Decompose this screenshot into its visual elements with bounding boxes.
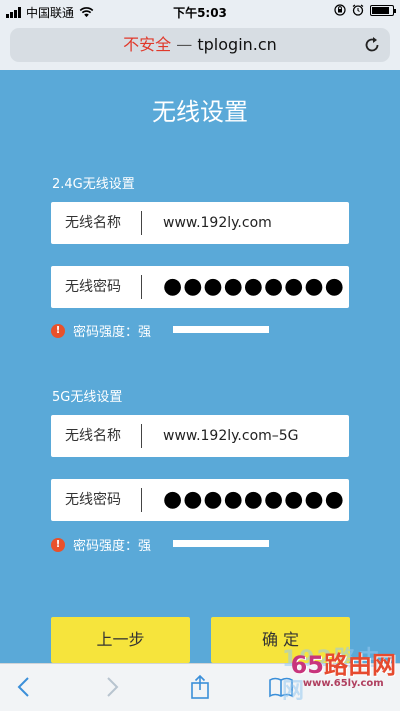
browser-address-area: 不安全 — tplogin.cn (0, 22, 400, 70)
lock-rotation-icon (334, 4, 346, 16)
url-separator: — (176, 35, 193, 54)
field-divider (141, 424, 142, 448)
password-label-24g: 无线密码 (65, 279, 121, 295)
forward-icon[interactable] (98, 674, 124, 700)
ssid-input-5g[interactable]: www.192ly.com–5G (163, 415, 299, 457)
watermark-logo: 65路由网 www.65ly.com (291, 645, 396, 689)
watermark-number: 65 (290, 651, 324, 679)
prev-step-button[interactable]: 上一步 (51, 617, 190, 663)
status-bar: 中国联通 下午5:03 (0, 0, 400, 22)
section-label-24g: 2.4G无线设置 (52, 177, 135, 192)
page-title: 无线设置 (152, 98, 248, 126)
alarm-icon (352, 4, 364, 16)
warning-icon: ! (51, 323, 65, 338)
field-divider (141, 488, 142, 512)
ssid-field-24g[interactable]: 无线名称 www.192ly.com (51, 202, 349, 244)
strength-bar-5g (173, 540, 269, 547)
password-field-5g[interactable]: 无线密码 ●●●●●●●●● (51, 479, 349, 521)
strength-label-5g: 密码强度：强 (73, 539, 152, 554)
ssid-label-5g: 无线名称 (65, 428, 121, 444)
ssid-field-5g[interactable]: 无线名称 www.192ly.com–5G (51, 415, 349, 457)
battery-icon (370, 4, 396, 16)
url-host: tplogin.cn (197, 35, 277, 54)
strength-bar-24g (173, 326, 269, 333)
watermark-url: www.65ly.com (302, 678, 384, 689)
share-icon[interactable] (187, 674, 213, 700)
insecure-label: 不安全 (123, 35, 172, 54)
warning-icon: ! (51, 537, 65, 552)
password-strength-24g: ! 密码强度：强 (51, 321, 269, 340)
watermark-text: 路由网 (324, 651, 396, 679)
back-icon[interactable] (12, 674, 38, 700)
password-field-24g[interactable]: 无线密码 ●●●●●●●●● (51, 266, 349, 308)
password-input-24g[interactable]: ●●●●●●●●● (163, 266, 345, 308)
ssid-label-24g: 无线名称 (65, 215, 121, 231)
field-divider (141, 275, 142, 299)
reload-icon[interactable] (362, 35, 382, 55)
strength-label-24g: 密码强度：强 (73, 325, 152, 340)
password-label-5g: 无线密码 (65, 492, 121, 508)
address-bar[interactable]: 不安全 — tplogin.cn (10, 28, 390, 62)
password-strength-5g: ! 密码强度：强 (51, 535, 269, 554)
ssid-input-24g[interactable]: www.192ly.com (163, 202, 272, 244)
section-label-5g: 5G无线设置 (52, 390, 123, 405)
status-right (334, 4, 396, 16)
field-divider (141, 211, 142, 235)
password-input-5g[interactable]: ●●●●●●●●● (163, 479, 345, 521)
